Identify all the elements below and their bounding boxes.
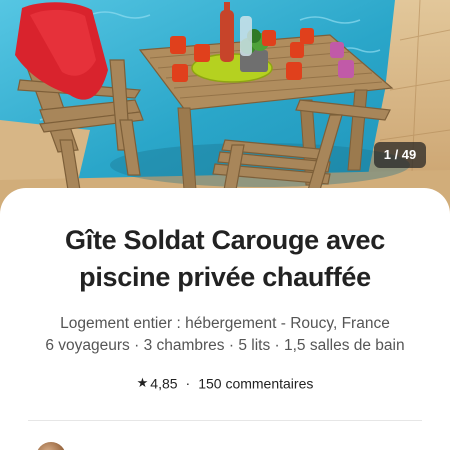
listing-type-location: Logement entier : hébergement - Roucy, F… <box>60 315 390 332</box>
host-avatar[interactable] <box>36 442 66 450</box>
rating-value: 4,85 <box>150 375 178 392</box>
patio-photo <box>0 0 450 215</box>
rating-separator: · <box>185 375 191 392</box>
listing-capacity: 6 voyageurs · 3 chambres · 5 lits · 1,5 … <box>45 337 405 354</box>
listing-title-line-1: Gîte Soldat Carouge avec <box>65 225 385 255</box>
photo-counter-badge: 1 / 49 <box>374 142 426 168</box>
divider <box>28 420 422 421</box>
listing-title: Gîte Soldat Carouge avec piscine privée … <box>20 222 430 296</box>
listing-photo[interactable]: 1 / 49 <box>0 0 450 215</box>
rating-row: ★ 4,85 · 150 commentaires <box>0 374 450 391</box>
listing-subtitle: Logement entier : hébergement - Roucy, F… <box>10 313 440 357</box>
listing-title-line-2: piscine privée chauffée <box>79 262 371 292</box>
reviews-link[interactable]: 150 commentaires <box>198 375 313 391</box>
listing-info-sheet: Gîte Soldat Carouge avec piscine privée … <box>0 188 450 450</box>
star-icon: ★ <box>136 375 149 391</box>
